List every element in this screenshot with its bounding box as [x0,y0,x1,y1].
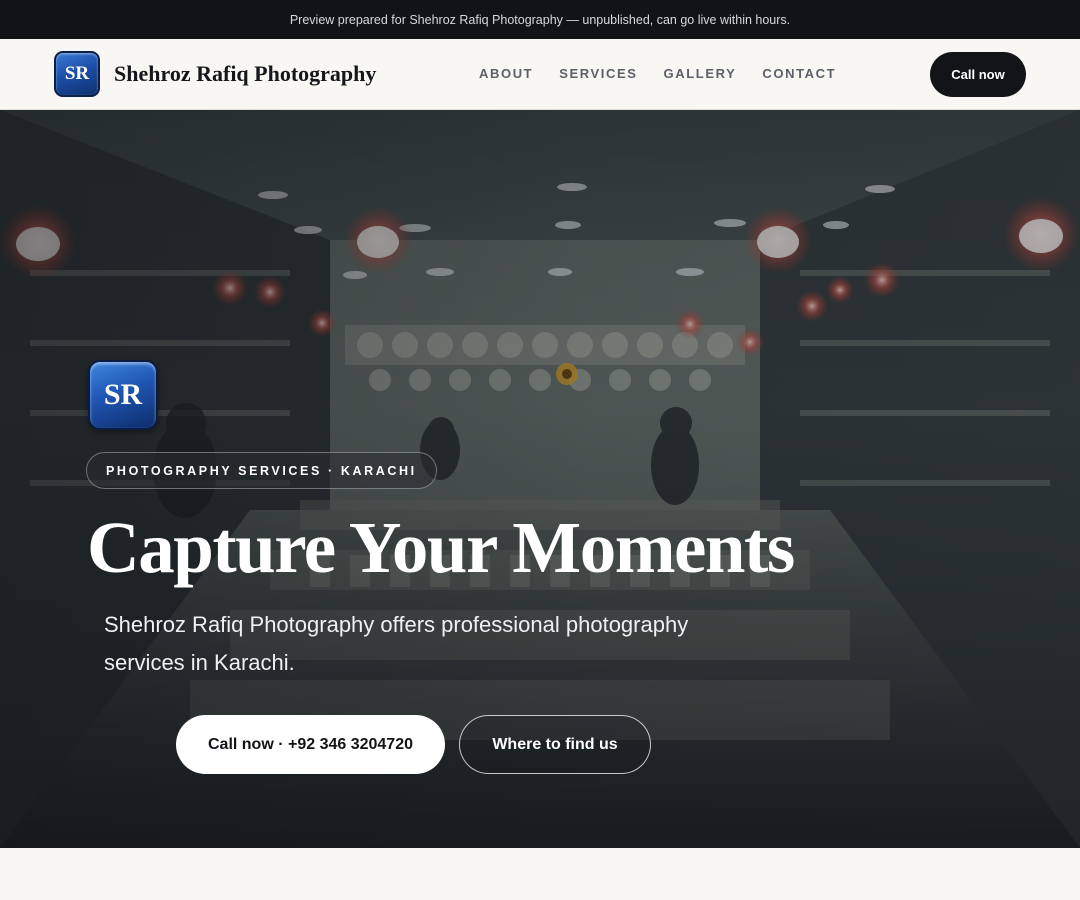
nav-about-link[interactable]: ABOUT [479,66,533,81]
site-header: SR Shehroz Rafiq Photography ABOUT SERVI… [0,39,1080,110]
hero-description: Shehroz Rafiq Photography offers profess… [104,612,689,675]
hero-tag-pill: PHOTOGRAPHY SERVICES · KARACHI [86,452,437,489]
main-nav: ABOUT SERVICES GALLERY CONTACT [479,66,836,81]
header-call-button[interactable]: Call now [930,52,1026,97]
preview-banner: Preview prepared for Shehroz Rafiq Photo… [0,0,1080,39]
where-to-find-us-button[interactable]: Where to find us [459,715,651,774]
nav-contact-link[interactable]: CONTACT [762,66,836,81]
next-section [0,848,1080,900]
hero-section: SR PHOTOGRAPHY SERVICES · KARACHI Captur… [0,110,1080,848]
brand-logo[interactable]: SR [54,51,100,97]
hero-logo: SR [88,360,158,430]
hero-title: Capture Your Moments [87,507,795,588]
brand-name[interactable]: Shehroz Rafiq Photography [114,61,376,87]
nav-services-link[interactable]: SERVICES [559,66,637,81]
hero-call-button[interactable]: Call now · +92 346 3204720 [176,715,445,774]
nav-gallery-link[interactable]: GALLERY [664,66,737,81]
